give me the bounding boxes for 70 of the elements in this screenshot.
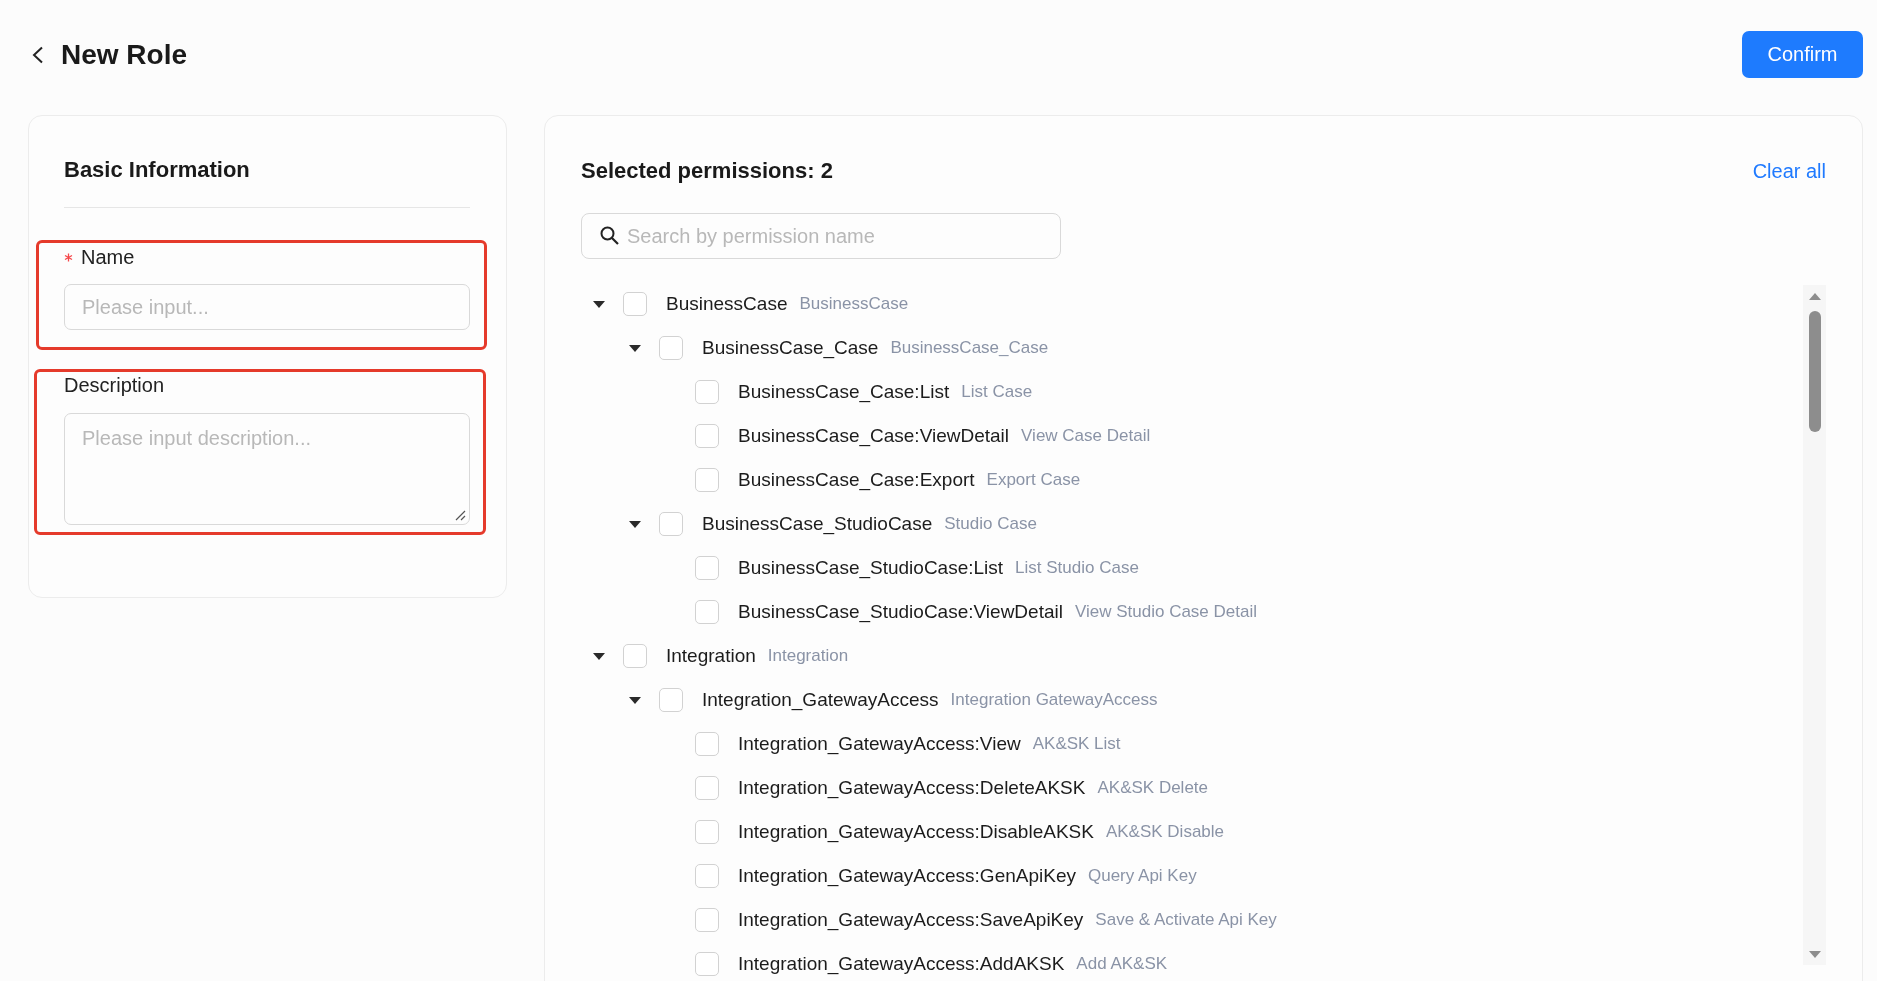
permission-name: BusinessCase_StudioCase:List	[738, 557, 1004, 579]
scroll-up-icon[interactable]	[1808, 293, 1821, 300]
checkbox[interactable]	[695, 776, 719, 800]
caret-down-icon[interactable]	[593, 652, 605, 660]
section-title: Basic Information	[64, 156, 251, 184]
search-field[interactable]: Search by permission name	[581, 213, 1061, 259]
checkbox[interactable]	[695, 556, 719, 580]
checkbox[interactable]	[695, 732, 719, 756]
permission-name: BusinessCase	[666, 293, 788, 315]
permission-description: View Studio Case Detail	[1074, 602, 1257, 622]
permission-description: View Case Detail	[1021, 426, 1151, 446]
checkbox[interactable]	[659, 512, 683, 536]
permission-description: Add AK&SK	[1076, 954, 1168, 974]
checkbox[interactable]	[695, 600, 719, 624]
checkbox[interactable]	[695, 380, 719, 404]
checkbox[interactable]	[695, 952, 719, 976]
permission-name: BusinessCase_StudioCase:ViewDetail	[738, 601, 1063, 623]
checkbox[interactable]	[659, 336, 683, 360]
permission-name: BusinessCase_Case:ViewDetail	[738, 425, 1010, 447]
permission-name: BusinessCase_StudioCase	[702, 513, 933, 535]
permission-name: Integration_GatewayAccess:GenApiKey	[738, 865, 1076, 887]
permission-description: Integration	[767, 646, 849, 666]
permission-description: Save & Activate Api Key	[1095, 910, 1277, 930]
checkbox[interactable]	[659, 688, 683, 712]
description-field[interactable]: Please input description...	[64, 413, 470, 525]
field-label: Name	[81, 245, 135, 269]
checkbox[interactable]	[695, 908, 719, 932]
field-label: Description	[64, 373, 165, 397]
caret-down-icon[interactable]	[629, 520, 641, 528]
checkbox[interactable]	[695, 820, 719, 844]
caret-down-icon[interactable]	[629, 696, 641, 704]
checkbox[interactable]	[695, 424, 719, 448]
permission-description: AK&SK List	[1032, 734, 1121, 754]
permission-description: Integration GatewayAccess	[950, 690, 1158, 710]
permission-description: List Case	[961, 382, 1033, 402]
section-title: Selected permissions: 2	[581, 157, 833, 185]
page-title: New Role	[61, 37, 188, 72]
permission-name: Integration_GatewayAccess:DeleteAKSK	[738, 777, 1086, 799]
checkbox[interactable]	[695, 864, 719, 888]
permission-name: BusinessCase_Case:Export	[738, 469, 975, 491]
confirm-button[interactable]: Confirm	[1742, 31, 1863, 78]
permission-description: BusinessCase_Case	[890, 338, 1049, 358]
permission-description: List Studio Case	[1015, 558, 1139, 578]
caret-down-icon[interactable]	[593, 300, 605, 308]
name-field[interactable]: Please input...	[64, 284, 470, 330]
back-icon[interactable]	[31, 45, 44, 64]
scrollbar-thumb[interactable]	[1808, 311, 1821, 432]
search-icon	[600, 226, 619, 245]
permission-name: Integration	[666, 645, 756, 667]
permission-description: AK&SK Delete	[1097, 778, 1209, 798]
permission-name: Integration_GatewayAccess:DisableAKSK	[738, 821, 1094, 843]
permission-name: Integration_GatewayAccess:AddAKSK	[738, 953, 1065, 975]
permission-description: BusinessCase	[799, 294, 909, 314]
clear-all-link[interactable]: Clear all	[1752, 159, 1826, 183]
permission-name: BusinessCase_Case:List	[738, 381, 950, 403]
checkbox[interactable]	[695, 468, 719, 492]
caret-down-icon[interactable]	[629, 344, 641, 352]
permission-name: Integration_GatewayAccess:SaveApiKey	[738, 909, 1084, 931]
permission-name: Integration_GatewayAccess:View	[738, 733, 1021, 755]
permission-description: Query Api Key	[1087, 866, 1197, 886]
permission-description: Export Case	[986, 470, 1081, 490]
permission-name: BusinessCase_Case	[702, 337, 879, 359]
scrollbar[interactable]	[1803, 285, 1826, 965]
checkbox[interactable]	[623, 644, 647, 668]
checkbox[interactable]	[623, 292, 647, 316]
permission-description: Studio Case	[944, 514, 1037, 534]
resize-handle-icon[interactable]	[455, 510, 466, 521]
scroll-down-icon[interactable]	[1808, 951, 1821, 958]
permission-name: Integration_GatewayAccess	[702, 689, 939, 711]
permission-description: AK&SK Disable	[1105, 822, 1225, 842]
